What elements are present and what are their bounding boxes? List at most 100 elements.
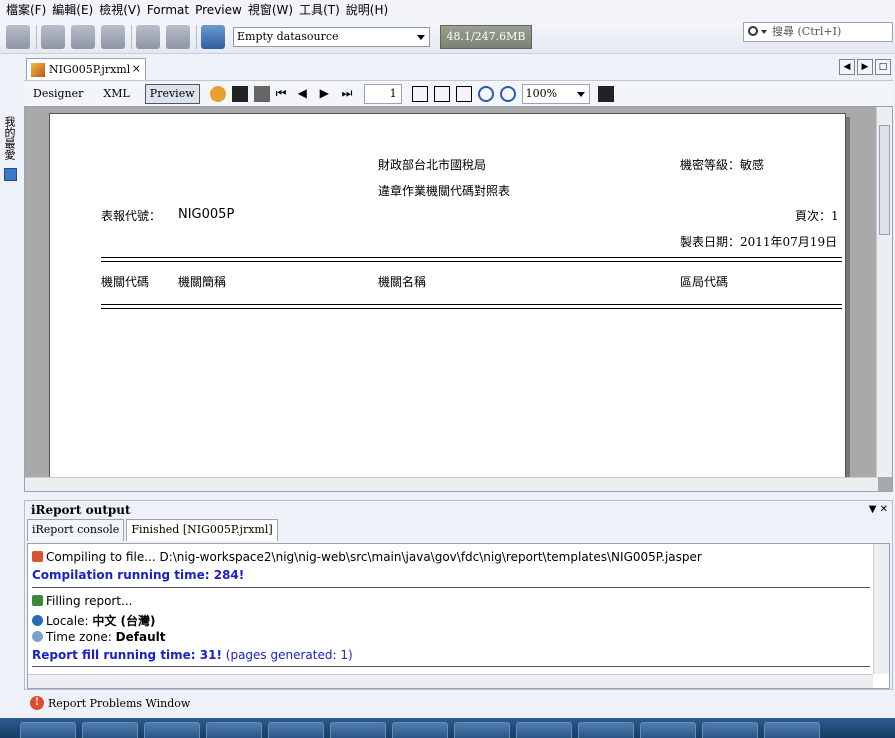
tab-finished[interactable]: Finished [NIG005P.jrxml] <box>126 519 278 541</box>
refresh-icon[interactable] <box>209 85 226 102</box>
next-page-icon[interactable]: ▶ <box>320 86 336 102</box>
chevron-down-icon <box>576 91 585 97</box>
menu-bar: 檔案(F) 編輯(E) 檢視(V) Format Preview 視窗(W) 工… <box>0 0 895 20</box>
search-input[interactable]: 搜尋 (Ctrl+I) <box>743 22 893 42</box>
menu-tools[interactable]: 工具(T) <box>296 0 343 20</box>
taskbar-button[interactable] <box>578 722 634 738</box>
close-icon[interactable]: × <box>132 62 141 75</box>
column-header: 機關名稱 <box>378 275 427 289</box>
output-panel: iReport output ▼ ✕ iReport console Finis… <box>24 500 893 690</box>
timezone-line: Time zone: Default <box>32 630 165 644</box>
clapperboard-icon[interactable] <box>597 85 614 102</box>
preview-button[interactable]: Preview <box>144 83 200 104</box>
copy-icon[interactable] <box>71 24 95 49</box>
taskbar-button[interactable] <box>640 722 696 738</box>
designer-button[interactable]: Designer <box>28 84 88 104</box>
navigator-icon[interactable] <box>4 168 17 181</box>
compile-time: Compilation running time: 284! <box>32 568 245 582</box>
menu-edit[interactable]: 編輯(E) <box>49 0 96 20</box>
taskbar-button[interactable] <box>764 722 820 738</box>
taskbar-button[interactable] <box>206 722 262 738</box>
favorites-tab[interactable]: 我的最愛 <box>3 116 17 160</box>
output-tab-bar: iReport console Finished [NIG005P.jrxml] <box>27 519 280 541</box>
close-icon[interactable]: ✕ <box>880 504 888 515</box>
report-title: 違章作業機關代碼對照表 <box>378 184 511 198</box>
paste-icon[interactable] <box>101 24 125 49</box>
tab-title: NIG005P.jrxml <box>49 63 131 76</box>
zoom-in-icon[interactable] <box>477 85 494 102</box>
preview-vertical-scrollbar[interactable] <box>876 107 892 477</box>
menu-window[interactable]: 視窗(W) <box>245 0 296 20</box>
console-horizontal-scrollbar[interactable] <box>28 674 873 688</box>
taskbar-button[interactable] <box>702 722 758 738</box>
toolbar-separator <box>36 24 37 49</box>
chevron-down-icon <box>761 30 767 34</box>
memory-indicator[interactable]: 48.1/247.6MB <box>440 24 532 49</box>
taskbar-button[interactable] <box>330 722 386 738</box>
minimize-icon[interactable]: ▼ <box>869 504 877 515</box>
report-problems-tab[interactable]: ! Report Problems Window <box>30 696 190 710</box>
taskbar-button[interactable] <box>20 722 76 738</box>
tab-ireport-console[interactable]: iReport console <box>27 519 125 541</box>
preview-horizontal-scrollbar[interactable] <box>25 477 878 491</box>
tab-nig005p[interactable]: NIG005P.jrxml × <box>26 58 146 80</box>
scroll-right-icon[interactable]: ▶ <box>857 59 873 75</box>
menu-preview[interactable]: Preview <box>192 0 245 20</box>
console-separator <box>32 666 870 667</box>
main-toolbar: Empty datasource 48.1/247.6MB 搜尋 (Ctrl+I… <box>0 20 895 54</box>
compile-icon <box>32 551 43 562</box>
warning-icon: ! <box>30 696 44 710</box>
zoom-out-icon[interactable] <box>499 85 516 102</box>
editor-tab-bar: NIG005P.jrxml × ◀ ▶ □ <box>24 58 893 80</box>
windows-taskbar <box>0 718 895 738</box>
undo-icon[interactable] <box>136 24 160 49</box>
header-rule <box>101 261 842 262</box>
menu-view[interactable]: 檢視(V) <box>96 0 144 20</box>
fit-width-icon[interactable] <box>455 85 472 102</box>
print-icon[interactable] <box>253 85 270 102</box>
compile-line: Compiling to file... D:\nig-workspace2\n… <box>32 550 702 564</box>
scrollbar-thumb[interactable] <box>879 125 890 235</box>
xml-button[interactable]: XML <box>98 84 134 104</box>
taskbar-button[interactable] <box>516 722 572 738</box>
console-output: Compiling to file... D:\nig-workspace2\n… <box>27 543 890 689</box>
date-label: 製表日期：2011年07月19日 <box>680 235 838 249</box>
column-header: 區局代碼 <box>680 275 729 289</box>
save-all-icon[interactable] <box>6 24 30 49</box>
zoom-select[interactable]: 100% <box>521 83 590 104</box>
datasource-icon[interactable] <box>201 24 225 49</box>
preview-toolbar: Designer XML Preview ⏮ ◀ ▶ ⏭ 1 100% <box>24 80 893 106</box>
redo-icon[interactable] <box>166 24 190 49</box>
last-page-icon[interactable]: ⏭ <box>342 86 358 102</box>
previous-page-icon[interactable]: ◀ <box>298 86 314 102</box>
menu-help[interactable]: 說明(H) <box>343 0 391 20</box>
scroll-left-icon[interactable]: ◀ <box>839 59 855 75</box>
taskbar-button[interactable] <box>268 722 324 738</box>
toolbar-separator <box>131 24 132 49</box>
taskbar-button[interactable] <box>144 722 200 738</box>
toolbar-separator <box>196 24 197 49</box>
clock-icon <box>32 631 43 642</box>
console-vertical-scrollbar[interactable] <box>873 544 889 674</box>
column-rule <box>101 304 842 305</box>
taskbar-button[interactable] <box>454 722 510 738</box>
first-page-icon[interactable]: ⏮ <box>276 86 292 102</box>
cut-icon[interactable] <box>41 24 65 49</box>
report-file-icon <box>31 62 45 77</box>
actual-size-icon[interactable] <box>411 85 428 102</box>
save-icon[interactable] <box>231 85 248 102</box>
datasource-select[interactable]: Empty datasource <box>233 26 430 47</box>
menu-file[interactable]: 檔案(F) <box>3 0 49 20</box>
console-separator <box>32 587 870 588</box>
globe-icon <box>32 615 43 626</box>
taskbar-button[interactable] <box>392 722 448 738</box>
taskbar-button[interactable] <box>82 722 138 738</box>
chevron-down-icon <box>417 34 425 40</box>
tab-nav-buttons: ◀ ▶ □ <box>837 59 891 75</box>
header-rule <box>101 257 842 258</box>
agency-name: 財政部台北市國稅局 <box>378 158 487 172</box>
page-number-input[interactable]: 1 <box>363 83 402 104</box>
fit-page-icon[interactable] <box>433 85 450 102</box>
menu-format[interactable]: Format <box>144 0 192 20</box>
maximize-icon[interactable]: □ <box>875 59 891 75</box>
